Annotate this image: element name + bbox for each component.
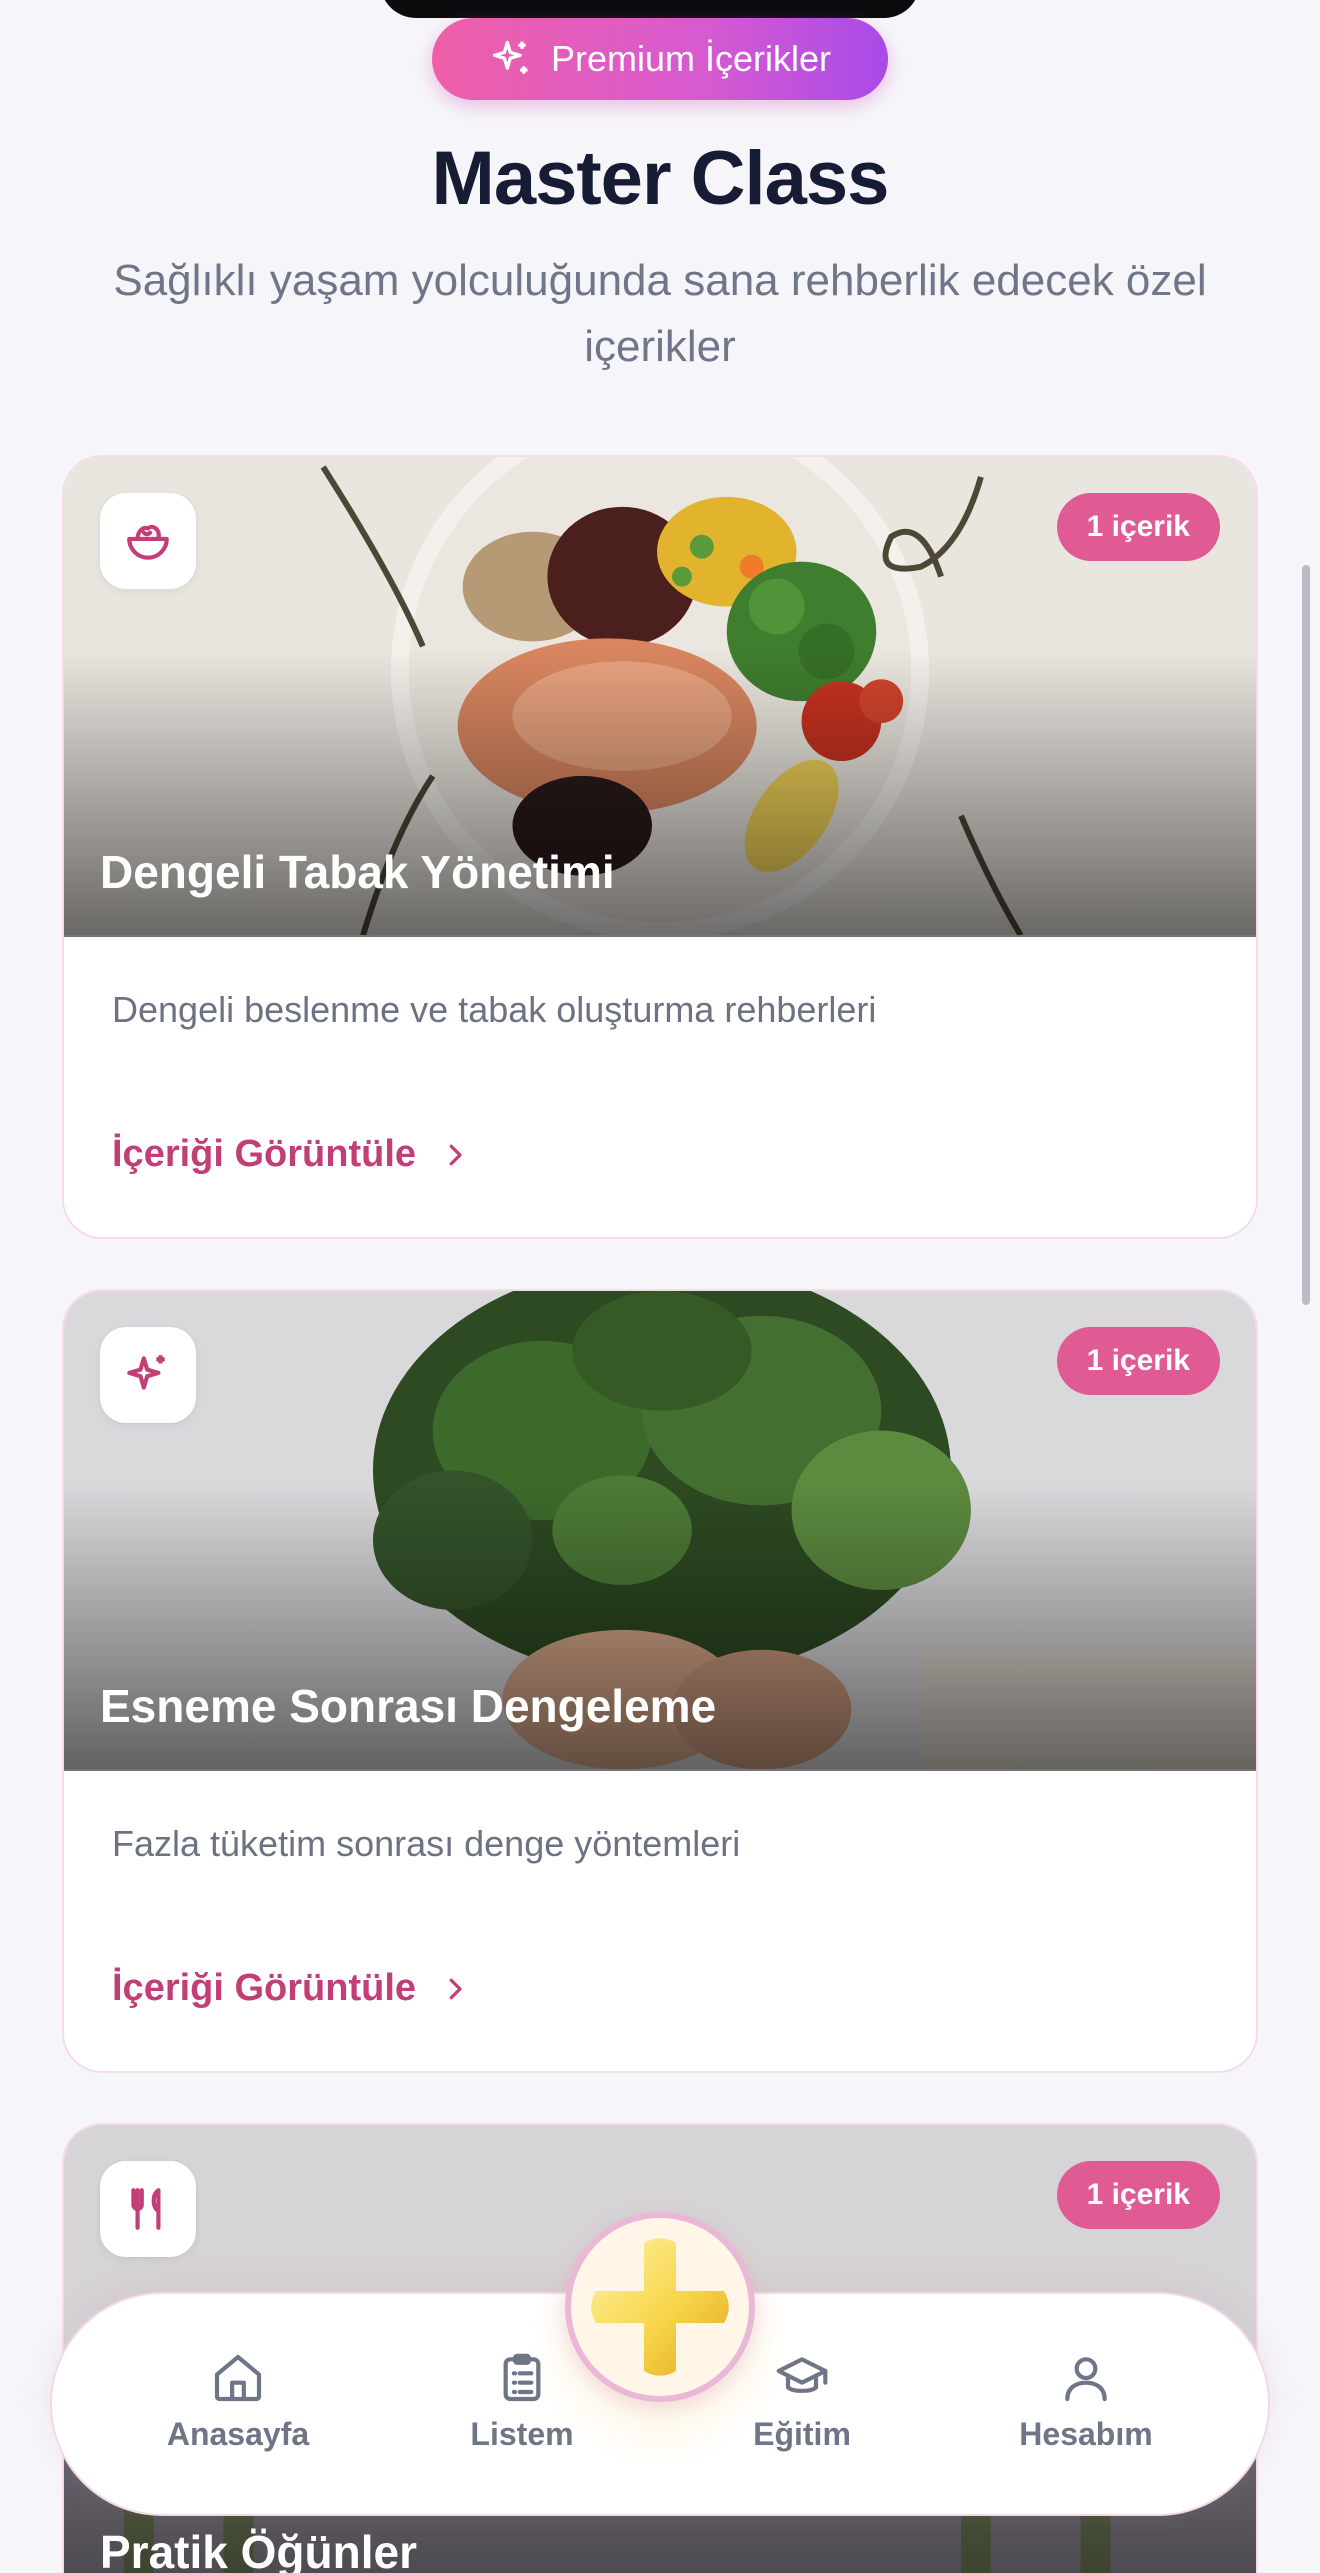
card-image: 1 içerik Esneme Sonrası Dengeleme — [64, 1291, 1256, 1771]
nav-item-account[interactable]: Hesabım — [986, 2350, 1186, 2453]
device-notch — [380, 0, 920, 18]
card-body: Dengeli beslenme ve tabak oluşturma rehb… — [64, 937, 1256, 1237]
content-count-badge: 1 içerik — [1056, 493, 1220, 561]
home-icon — [214, 2354, 262, 2402]
nav-label-home: Anasayfa — [166, 2416, 310, 2452]
nav-label-education: Eğitim — [753, 2416, 851, 2452]
premium-content-pill[interactable]: Premium İçerikler — [432, 18, 888, 100]
card-icon-badge — [100, 2161, 196, 2257]
view-content-label: İçeriği Görüntüle — [112, 1967, 417, 2009]
add-button[interactable] — [565, 2212, 755, 2402]
card-title: Dengeli Tabak Yönetimi — [100, 846, 615, 898]
view-content-link[interactable]: İçeriği Görüntüle — [112, 1133, 470, 1176]
view-content-link[interactable]: İçeriği Görüntüle — [112, 1967, 470, 2010]
nav-item-home[interactable]: Anasayfa — [138, 2350, 338, 2453]
card-title: Pratik Öğünler — [100, 2526, 417, 2573]
user-icon — [1065, 2357, 1107, 2402]
salad-bowl-icon — [127, 524, 169, 560]
card-description: Dengeli beslenme ve tabak oluşturma rehb… — [112, 989, 877, 1030]
card-icon-badge — [100, 1327, 196, 1423]
card-image: 1 içerik Dengeli Tabak Yönetimi — [64, 457, 1256, 937]
card-icon-badge — [100, 493, 196, 589]
masterclass-card-balanced-plate[interactable]: 1 içerik Dengeli Tabak Yönetimi Dengeli … — [62, 455, 1258, 1239]
content-count-badge: 1 içerik — [1056, 1327, 1220, 1395]
masterclass-card-rebalancing[interactable]: 1 içerik Esneme Sonrası Dengeleme Fazla … — [62, 1289, 1258, 2073]
utensils-icon — [131, 2188, 161, 2230]
sparkles-icon — [127, 1355, 165, 1390]
card-description: Fazla tüketim sonrası denge yöntemleri — [112, 1823, 741, 1864]
premium-pill-label: Premium İçerikler — [550, 38, 832, 79]
page-subtitle: Sağlıklı yaşam yolculuğunda sana rehberl… — [113, 256, 1207, 371]
view-content-label: İçeriği Görüntüle — [112, 1133, 417, 1175]
content-count-badge: 1 içerik — [1056, 2161, 1220, 2229]
nav-label-account: Hesabım — [1019, 2416, 1153, 2452]
sparkles-icon — [492, 40, 528, 74]
card-body: Fazla tüketim sonrası denge yöntemleri İ… — [64, 1771, 1256, 2071]
scrollbar[interactable] — [1302, 565, 1310, 1305]
card-title: Esneme Sonrası Dengeleme — [100, 1680, 717, 1732]
chevron-right-icon — [449, 1144, 462, 1165]
page-title: Master Class — [431, 136, 890, 221]
plus-icon — [591, 2238, 729, 2376]
chevron-right-icon — [449, 1978, 462, 1999]
